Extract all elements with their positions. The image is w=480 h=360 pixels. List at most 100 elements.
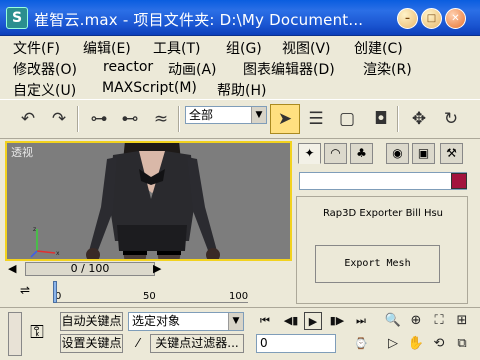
key-icon[interactable]: ⚿ — [24, 320, 50, 346]
app-icon[interactable]: S — [6, 7, 28, 29]
current-frame-value: 0 — [260, 336, 268, 350]
menu-file[interactable]: 文件(F) — [13, 38, 60, 58]
rectangular-selection-icon[interactable]: ▢ — [332, 104, 362, 134]
undo-icon[interactable]: ↶ — [13, 104, 43, 134]
toolbar-separator — [178, 106, 180, 132]
zoom-extents-icon[interactable]: ⛶ — [429, 311, 449, 331]
key-filters-label: 关键点过滤器... — [155, 336, 239, 350]
menu-edit[interactable]: 编辑(E) — [83, 38, 131, 58]
status-strip — [8, 312, 22, 356]
key-tangent-icon[interactable]: ⁄ — [128, 334, 148, 353]
menu-customize[interactable]: 自定义(U) — [13, 80, 76, 100]
frame-counter-text: 0 / 100 — [70, 262, 110, 275]
slider-left-arrow-icon[interactable]: ◀ — [8, 262, 16, 275]
set-key-label: 设置关键点 — [61, 336, 122, 350]
ruler-label-50: 50 — [143, 291, 156, 302]
previous-frame-icon[interactable]: ◀▮ — [282, 312, 300, 330]
maximize-viewport-icon[interactable]: ⧉ — [452, 334, 472, 354]
select-and-move-icon[interactable]: ✥ — [404, 104, 434, 134]
frame-ruler[interactable]: 0 50 100 — [53, 281, 248, 303]
time-marker — [53, 281, 57, 303]
select-by-name-icon[interactable]: ☰ — [301, 104, 331, 134]
window-crossing-icon[interactable]: ◘ — [366, 104, 396, 134]
track-bar[interactable]: ⇌ 0 50 100 — [5, 281, 292, 305]
next-frame-icon[interactable]: ▮▶ — [328, 312, 346, 330]
display-tab-icon[interactable]: ▣ — [412, 143, 435, 164]
maximize-button[interactable]: □ — [421, 8, 442, 29]
current-frame-field[interactable]: 0 — [256, 334, 336, 353]
create-tab-icon[interactable]: ✦ — [298, 143, 321, 164]
toolbar-separator — [397, 106, 399, 132]
select-object-icon[interactable]: ➤ — [270, 104, 300, 134]
minimize-button[interactable]: – — [397, 8, 418, 29]
goto-end-icon[interactable]: ⏭ — [352, 312, 370, 330]
mini-curve-editor-icon[interactable]: ⇌ — [15, 283, 35, 299]
object-color-swatch[interactable] — [451, 173, 467, 189]
maximize-icon: □ — [426, 13, 437, 24]
auto-key-button[interactable]: 自动关键点 — [60, 312, 123, 331]
3dsmax-window: S 崔智云.max - 项目文件夹: D:\My Document... – □… — [0, 0, 480, 360]
key-mode-dropdown[interactable]: 选定对象 ▼ — [128, 312, 244, 331]
command-panel-scrollbar[interactable] — [467, 196, 476, 304]
key-mode-value: 选定对象 — [132, 314, 181, 328]
menu-rendering[interactable]: 渲染(R) — [363, 59, 412, 79]
menu-create[interactable]: 创建(C) — [354, 38, 403, 58]
export-mesh-button[interactable]: Export Mesh — [315, 245, 440, 283]
exporter-rollout: Rap3D Exporter Bill Hsu Export Mesh — [296, 196, 468, 304]
time-slider-thumb[interactable]: 0 / 100 — [25, 262, 155, 276]
arc-rotate-icon[interactable]: ⟲ — [429, 334, 449, 354]
time-slider[interactable]: ◀ 0 / 100 ▶ — [5, 262, 292, 277]
perspective-viewport[interactable]: 透视 z x — [5, 141, 292, 261]
menu-modifiers[interactable]: 修改器(O) — [13, 59, 77, 79]
window-title: 崔智云.max - 项目文件夹: D:\My Document... — [34, 11, 364, 29]
redo-icon[interactable]: ↷ — [44, 104, 74, 134]
modify-tab-icon[interactable]: ◠ — [324, 143, 347, 164]
rollout-title: Rap3D Exporter Bill Hsu — [322, 208, 444, 219]
menu-animation[interactable]: 动画(A) — [168, 59, 217, 79]
command-panel-tabs: ✦ ◠ ♣ ◉ ▣ ⚒ — [296, 141, 476, 165]
zoom-icon[interactable]: 🔍 — [383, 311, 403, 331]
hierarchy-tab-icon[interactable]: ♣ — [350, 143, 373, 164]
menu-graph-editors[interactable]: 图表编辑器(D) — [243, 59, 335, 79]
select-and-rotate-icon[interactable]: ↻ — [436, 104, 466, 134]
menu-group[interactable]: 组(G) — [226, 38, 262, 58]
toolbar-separator — [77, 106, 79, 132]
character-model — [86, 143, 220, 259]
utilities-tab-icon[interactable]: ⚒ — [440, 143, 463, 164]
motion-tab-icon[interactable]: ◉ — [386, 143, 409, 164]
field-of-view-icon[interactable]: ▷ — [383, 334, 403, 354]
set-key-button[interactable]: 设置关键点 — [60, 334, 123, 353]
zoom-extents-all-icon[interactable]: ⊞ — [452, 311, 472, 331]
chevron-down-icon: ▼ — [228, 313, 243, 330]
animation-controls: ⚿ 自动关键点 设置关键点 选定对象 ▼ ⁄ 关键点过滤器... ⏮ ◀▮ ▶ … — [0, 307, 480, 360]
close-icon: ✕ — [451, 13, 460, 24]
menu-help[interactable]: 帮助(H) — [217, 80, 266, 100]
svg-text:x: x — [56, 250, 60, 257]
key-filters-button[interactable]: 关键点过滤器... — [150, 334, 244, 353]
goto-start-icon[interactable]: ⏮ — [256, 312, 274, 330]
selection-filter-value: 全部 — [189, 108, 214, 122]
menu-view[interactable]: 视图(V) — [282, 38, 331, 58]
ruler-label-100: 100 — [229, 291, 249, 302]
slider-right-arrow-icon[interactable]: ▶ — [153, 262, 161, 275]
bind-to-space-warp-icon[interactable]: ≈ — [146, 104, 176, 134]
axis-tripod-icon: z x — [30, 226, 60, 258]
export-mesh-label: Export Mesh — [344, 258, 411, 269]
menu-maxscript[interactable]: MAXScript(M) — [102, 80, 197, 96]
selection-filter-dropdown[interactable]: 全部 ▼ — [185, 106, 267, 124]
time-configuration-icon[interactable]: ⌚ — [352, 335, 370, 353]
close-button[interactable]: ✕ — [445, 8, 466, 29]
menu-tools[interactable]: 工具(T) — [153, 38, 200, 58]
select-and-link-icon[interactable]: ⊶ — [84, 104, 114, 134]
chevron-down-icon: ▼ — [251, 107, 266, 123]
unlink-selection-icon[interactable]: ⊷ — [115, 104, 145, 134]
menu-reactor[interactable]: reactor — [103, 59, 153, 75]
title-bar[interactable]: S 崔智云.max - 项目文件夹: D:\My Document... – □… — [0, 0, 480, 36]
object-name-field[interactable] — [299, 172, 467, 190]
pan-icon[interactable]: ✋ — [406, 334, 426, 354]
zoom-all-icon[interactable]: ⊕ — [406, 311, 426, 331]
minimize-icon: – — [405, 13, 410, 24]
play-icon[interactable]: ▶ — [304, 312, 322, 330]
viewport-label[interactable]: 透视 — [11, 144, 33, 160]
auto-key-label: 自动关键点 — [61, 314, 122, 328]
